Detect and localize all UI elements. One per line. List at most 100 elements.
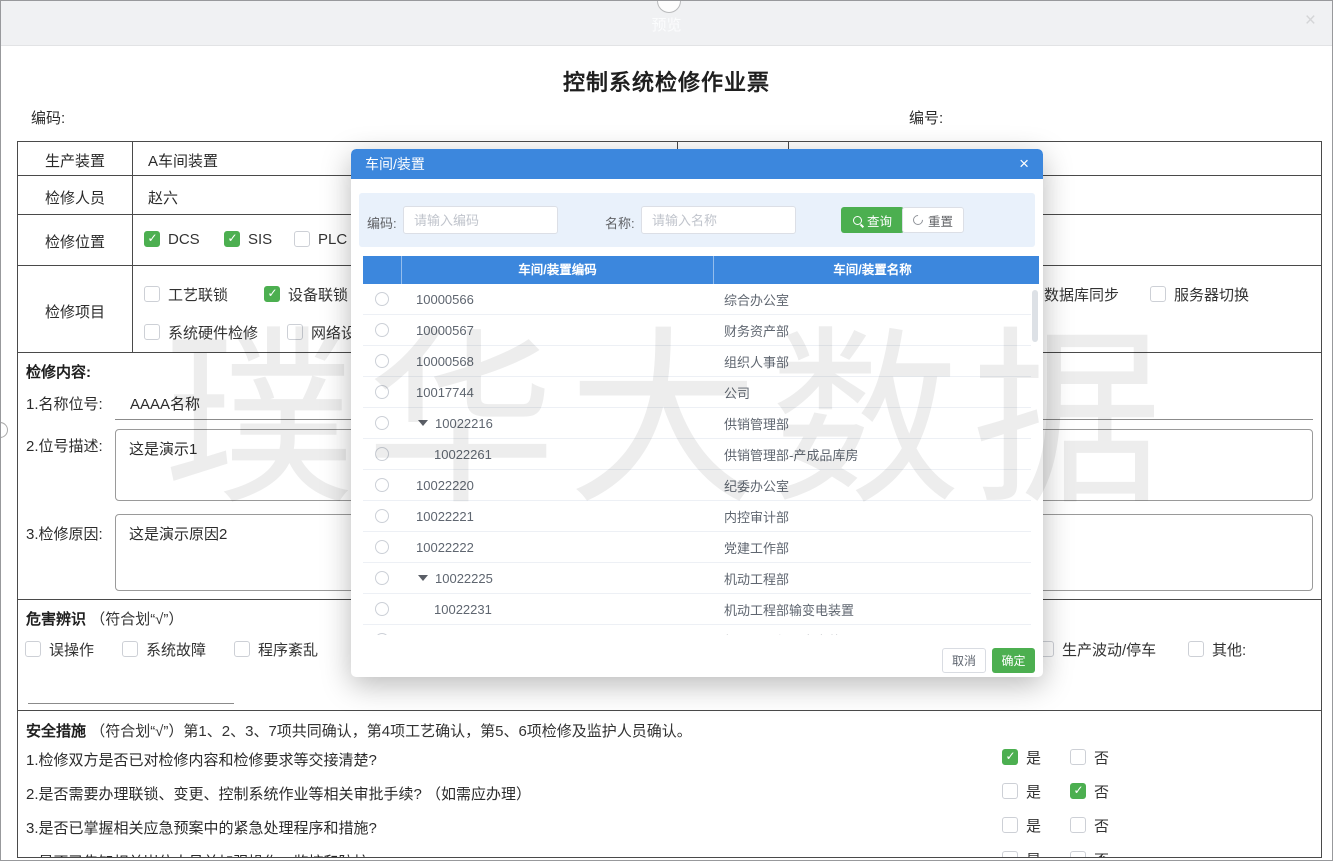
dialog-close-icon[interactable]: × <box>1019 149 1029 179</box>
row-radio[interactable] <box>375 447 389 461</box>
checkbox-icon <box>234 641 250 657</box>
table-row[interactable]: 10022225 机动工程部 <box>363 563 1031 594</box>
code-search-input[interactable] <box>403 206 558 234</box>
checkbox-icon <box>1070 851 1086 858</box>
q1-yes-checkbox[interactable]: 是 <box>1002 748 1041 766</box>
row-radio[interactable] <box>375 633 389 635</box>
table-row[interactable]: 10022261 供销管理部-产成品库房 <box>363 439 1031 470</box>
row-radio[interactable] <box>375 292 389 306</box>
checkbox-label: 服务器切换 <box>1174 284 1249 305</box>
preview-window: 预览 × 控制系统检修作业票 编码: 编号: 生产装置 A车间装置 检修人员 赵… <box>0 0 1333 861</box>
safety-measures-section: 安全措施 （符合划“√”）第1、2、3、7项共同确认，第4项工艺确认，第5、6项… <box>17 711 1322 858</box>
name-search-input[interactable] <box>641 206 796 234</box>
checkbox-plc[interactable]: PLC <box>294 230 347 248</box>
row-radio[interactable] <box>375 416 389 430</box>
row-radio[interactable] <box>375 540 389 554</box>
table-row[interactable]: 10022222 党建工作部 <box>363 532 1031 563</box>
checkbox-label: 是 <box>1026 781 1041 802</box>
q3-yes-checkbox[interactable]: 是 <box>1002 816 1041 834</box>
checkbox-icon <box>25 641 41 657</box>
row-name: 组织人事部 <box>713 352 1031 371</box>
row-radio[interactable] <box>375 478 389 492</box>
checkbox-label: 其他: <box>1212 639 1246 660</box>
maintenance-staff-value: 赵六 <box>148 187 178 208</box>
q4-yes-checkbox[interactable]: 是 <box>1002 850 1041 858</box>
checkbox-other[interactable]: 其他: <box>1188 640 1246 658</box>
checkbox-production-fluctuation[interactable]: 生产波动/停车 <box>1038 640 1156 658</box>
row-radio[interactable] <box>375 354 389 368</box>
production-unit-value: A车间装置 <box>148 150 218 171</box>
table-row[interactable]: 10022221 内控审计部 <box>363 501 1031 532</box>
checkbox-label: 是 <box>1026 849 1041 859</box>
row-code: 10022261 <box>434 447 492 462</box>
row-code: 10022221 <box>416 509 474 524</box>
checkbox-icon <box>294 231 310 247</box>
checkbox-label: 生产波动/停车 <box>1062 639 1156 660</box>
row-name: 党建工作部 <box>713 538 1031 557</box>
hazard-title: 危害辨识 <box>26 611 86 628</box>
table-body[interactable]: 10000566 综合办公室 10000567 财务资产部 10000568 组… <box>363 284 1031 635</box>
code-search-label: 编码: <box>367 213 397 232</box>
query-button[interactable]: 查询 <box>841 207 904 233</box>
checkbox-icon <box>1070 783 1086 799</box>
reset-button[interactable]: 重置 <box>902 207 964 233</box>
checkbox-sis[interactable]: SIS <box>224 230 272 248</box>
confirm-button[interactable]: 确定 <box>992 648 1035 673</box>
table-header-row: 车间/装置编码 车间/装置名称 <box>363 256 1031 284</box>
table-row[interactable]: 10000568 组织人事部 <box>363 346 1031 377</box>
q2-yes-checkbox[interactable]: 是 <box>1002 782 1041 800</box>
checkbox-label: 是 <box>1026 815 1041 836</box>
checkbox-icon <box>144 324 160 340</box>
row-name: 财务资产部 <box>713 321 1031 340</box>
row-code: 10000567 <box>416 323 474 338</box>
row-radio[interactable] <box>375 509 389 523</box>
table-divider <box>132 142 133 352</box>
checkbox-icon <box>1002 749 1018 765</box>
checkbox-equipment-interlock[interactable]: 设备联锁 <box>264 285 348 303</box>
checkbox-program-disorder[interactable]: 程序紊乱 <box>234 640 318 658</box>
checkbox-misoperation[interactable]: 误操作 <box>25 640 94 658</box>
table-row[interactable]: 10022220 纪委办公室 <box>363 470 1031 501</box>
checkbox-system-hardware[interactable]: 系统硬件检修 <box>144 323 258 341</box>
cancel-button[interactable]: 取消 <box>942 648 986 673</box>
table-row[interactable]: 10000567 财务资产部 <box>363 315 1031 346</box>
row-radio[interactable] <box>375 385 389 399</box>
checkbox-dcs[interactable]: DCS <box>144 230 200 248</box>
window-close-icon[interactable]: × <box>1305 11 1316 30</box>
expand-arrow-icon[interactable] <box>418 575 428 581</box>
q2-no-checkbox[interactable]: 否 <box>1070 782 1109 800</box>
row-name: 纪委办公室 <box>713 476 1031 495</box>
row-radio[interactable] <box>375 571 389 585</box>
checkbox-system-failure[interactable]: 系统故障 <box>122 640 206 658</box>
q3-no-checkbox[interactable]: 否 <box>1070 816 1109 834</box>
checkbox-label: PLC <box>318 231 347 248</box>
maintenance-staff-label: 检修人员 <box>18 187 132 208</box>
table-row[interactable]: 10022232 机动工程部配变电装置 <box>363 625 1031 635</box>
reset-button-label: 重置 <box>928 211 953 230</box>
expand-arrow-icon[interactable] <box>418 420 428 426</box>
checkbox-process-interlock[interactable]: 工艺联锁 <box>144 285 228 303</box>
checkbox-label: SIS <box>248 231 272 248</box>
row-name: 供销管理部-产成品库房 <box>713 445 1031 464</box>
table-scrollbar[interactable] <box>1032 290 1038 342</box>
table-row[interactable]: 10000566 综合办公室 <box>363 284 1031 315</box>
row-radio[interactable] <box>375 323 389 337</box>
table-row[interactable]: 10022231 机动工程部输变电装置 <box>363 594 1031 625</box>
dialog-title: 车间/装置 <box>365 156 425 172</box>
table-row[interactable]: 10017744 公司 <box>363 377 1031 408</box>
q1-no-checkbox[interactable]: 否 <box>1070 748 1109 766</box>
checkbox-label: 程序紊乱 <box>258 639 318 660</box>
reason-label: 3.检修原因: <box>26 523 103 544</box>
table-row[interactable]: 10022216 供销管理部 <box>363 408 1031 439</box>
row-radio[interactable] <box>375 602 389 616</box>
underline <box>28 703 234 704</box>
drawer-handle[interactable] <box>0 422 8 438</box>
tag-desc-label: 2.位号描述: <box>26 435 103 456</box>
table-header-gutter <box>1031 256 1039 284</box>
checkbox-label: 数据库同步 <box>1044 284 1119 305</box>
code-label: 编码: <box>31 107 65 128</box>
checkbox-server-switch[interactable]: 服务器切换 <box>1150 285 1249 303</box>
q4-no-checkbox[interactable]: 否 <box>1070 850 1109 858</box>
row-name: 综合办公室 <box>713 290 1031 309</box>
search-panel: 编码: 名称: 查询 重置 <box>359 193 1035 247</box>
